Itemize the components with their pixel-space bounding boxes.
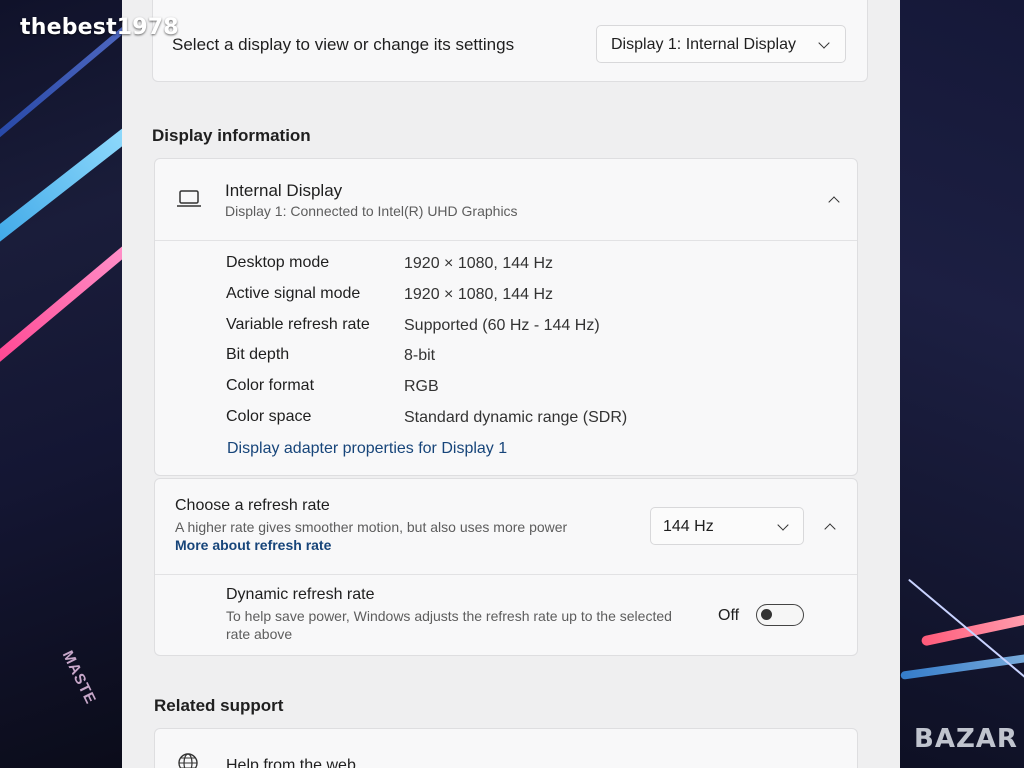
desktop-logo: MASTE — [58, 648, 100, 708]
display-select-value: Display 1: Internal Display — [611, 36, 796, 53]
info-label: Desktop mode — [226, 254, 330, 271]
info-label: Active signal mode — [226, 285, 361, 302]
select-display-label: Select a display to view or change its s… — [172, 35, 515, 54]
info-label: Bit depth — [226, 346, 290, 363]
info-label: Variable refresh rate — [226, 316, 370, 333]
light-streak — [920, 603, 1024, 647]
info-value: Supported (60 Hz - 144 Hz) — [404, 317, 600, 334]
info-value: Standard dynamic range (SDR) — [404, 409, 628, 426]
brand-logo: BAZAR — [914, 724, 1018, 754]
desktop-background-right — [900, 0, 1024, 768]
refresh-rate-title: Choose a refresh rate — [175, 497, 330, 514]
toggle-knob — [761, 609, 772, 620]
chevron-down-icon — [818, 37, 830, 49]
display-adapter-link[interactable]: Display adapter properties for Display 1 — [227, 440, 507, 458]
related-support-heading: Related support — [154, 696, 284, 715]
help-from-web-label: Help from the web — [226, 757, 356, 768]
dynamic-refresh-description: rate above — [226, 626, 293, 642]
light-streak — [0, 230, 122, 380]
dynamic-refresh-title: Dynamic refresh rate — [226, 586, 375, 603]
display-information-heading: Display information — [152, 126, 311, 145]
chevron-down-icon — [777, 519, 789, 531]
watermark: thebest1978 — [20, 15, 179, 40]
refresh-rate-value: 144 Hz — [663, 518, 714, 535]
info-value: 1920 × 1080, 144 Hz — [404, 255, 554, 272]
display-subtitle: Display 1: Connected to Intel(R) UHD Gra… — [225, 203, 518, 219]
light-streak — [0, 22, 122, 144]
info-value: RGB — [404, 378, 439, 395]
info-value: 1920 × 1080, 144 Hz — [404, 286, 554, 303]
dynamic-refresh-description: To help save power, Windows adjusts the … — [226, 608, 672, 624]
refresh-rate-dropdown[interactable]: 144 Hz — [650, 507, 804, 545]
more-about-refresh-rate-link[interactable]: More about refresh rate — [175, 537, 331, 553]
light-streak — [0, 111, 122, 253]
divider — [155, 574, 857, 575]
desktop-background-left: MASTE — [0, 0, 122, 768]
laptop-icon — [177, 190, 201, 207]
globe-icon — [178, 753, 198, 768]
display-select-dropdown[interactable]: Display 1: Internal Display — [596, 25, 846, 63]
info-label: Color format — [226, 377, 315, 394]
dynamic-refresh-toggle[interactable] — [756, 604, 804, 626]
settings-panel: Select a display to view or change its s… — [122, 0, 900, 768]
refresh-rate-description: A higher rate gives smoother motion, but… — [175, 519, 568, 535]
divider — [155, 240, 857, 241]
toggle-state-label: Off — [718, 607, 740, 624]
display-title: Internal Display — [225, 181, 343, 200]
info-value: 8-bit — [404, 347, 436, 364]
light-streak — [900, 648, 1024, 680]
info-label: Color space — [226, 408, 312, 425]
